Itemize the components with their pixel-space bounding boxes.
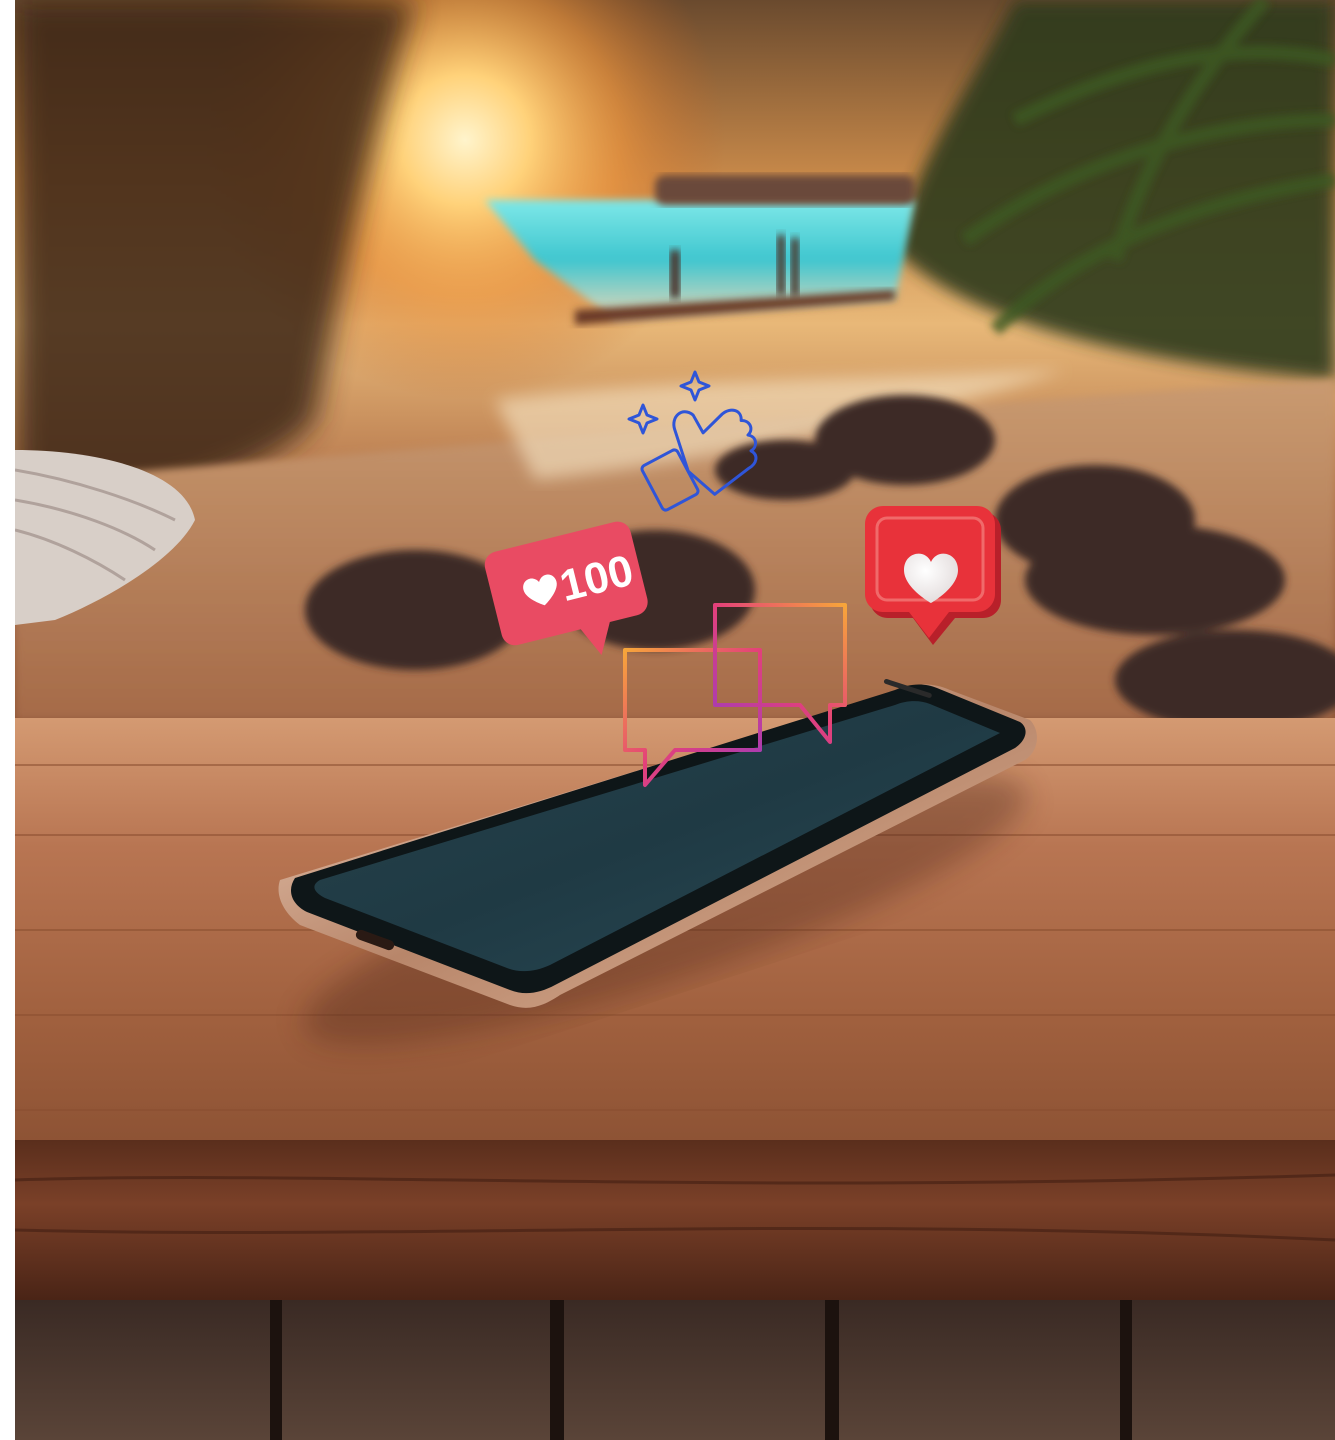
distant-island [655,175,915,205]
beach-photo-scene: 100 [15,0,1335,1440]
person-silhouette [670,250,680,298]
person-silhouette [777,235,785,295]
person-silhouette [791,238,799,296]
background-scenery [15,0,1335,730]
